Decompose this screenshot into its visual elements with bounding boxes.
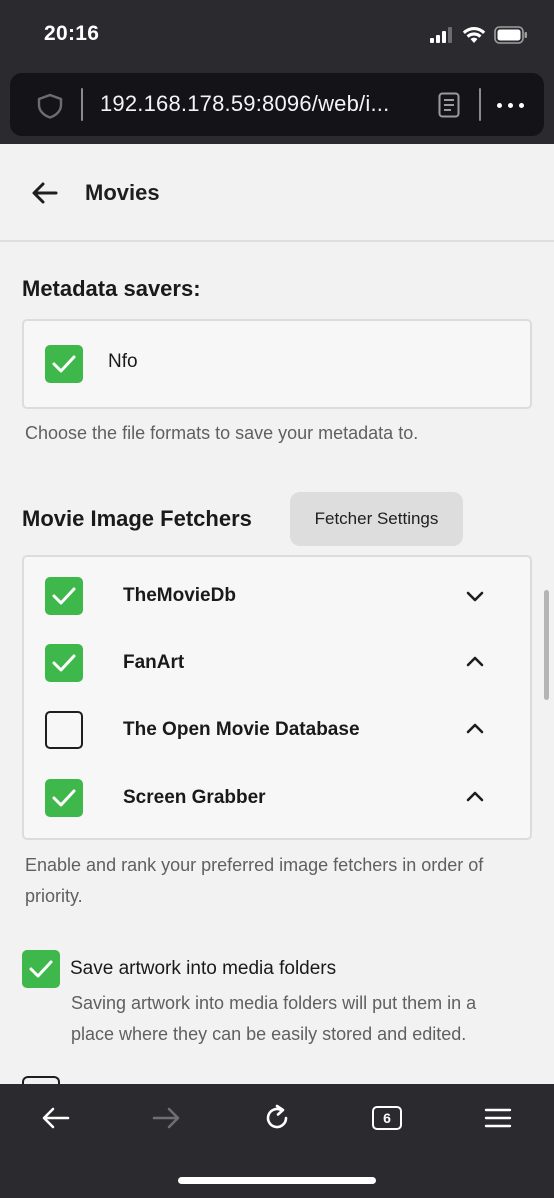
checkmark-icon xyxy=(52,789,76,807)
wifi-icon xyxy=(462,27,486,43)
url-divider xyxy=(81,88,83,121)
fetcher-label: TheMovieDb xyxy=(123,585,236,606)
image-fetchers-help-line2: priority. xyxy=(25,886,83,906)
url-text[interactable]: 192.168.178.59:8096/web/i... xyxy=(100,91,389,117)
battery-icon xyxy=(494,26,527,44)
shield-icon[interactable] xyxy=(36,93,64,119)
metadata-savers-title: Metadata savers: xyxy=(22,276,201,301)
url-bar[interactable]: 192.168.178.59:8096/web/i... xyxy=(10,73,544,136)
checkmark-icon xyxy=(52,654,76,672)
tabs-button[interactable]: 6 xyxy=(367,1102,407,1134)
back-button[interactable] xyxy=(36,1102,76,1134)
forward-button[interactable] xyxy=(146,1102,186,1134)
page-title: Movies xyxy=(85,180,160,205)
save-artwork-help-line1: Saving artwork into media folders will p… xyxy=(71,993,477,1013)
checkmark-icon xyxy=(52,587,76,605)
metadata-savers-list: Nfo xyxy=(22,319,532,409)
chevron-up-icon[interactable] xyxy=(466,791,484,803)
fetcher-checkbox-omdb[interactable] xyxy=(45,711,83,749)
status-icons xyxy=(430,24,528,46)
cellular-signal-icon xyxy=(430,27,452,43)
fetcher-settings-button[interactable]: Fetcher Settings xyxy=(290,492,463,546)
fetcher-label: FanArt xyxy=(123,652,185,673)
app-header: Movies xyxy=(0,144,554,242)
image-fetchers-title: Movie Image Fetchers xyxy=(22,506,252,531)
save-artwork-label: Save artwork into media folders xyxy=(70,958,337,979)
fetcher-checkbox-screen-grabber[interactable] xyxy=(45,779,83,817)
arrow-left-icon xyxy=(42,1107,70,1129)
menu-button[interactable] xyxy=(478,1102,518,1134)
arrow-right-icon xyxy=(152,1107,180,1129)
chevron-down-icon[interactable] xyxy=(466,590,484,602)
nfo-label: Nfo xyxy=(108,351,138,372)
metadata-savers-help: Choose the file formats to save your met… xyxy=(25,423,419,443)
reload-button[interactable] xyxy=(257,1102,297,1134)
fetcher-checkbox-themoviedb[interactable] xyxy=(45,577,83,615)
browser-top-bar: 20:16 192.168.178.59:8096/web/i... xyxy=(0,0,554,144)
fetcher-label: Screen Grabber xyxy=(123,787,266,808)
next-checkbox[interactable] xyxy=(22,1076,60,1084)
fetcher-label: The Open Movie Database xyxy=(123,719,360,740)
image-fetchers-help-line1: Enable and rank your preferred image fet… xyxy=(25,855,484,875)
reload-icon xyxy=(266,1104,288,1129)
checkmark-icon xyxy=(29,960,53,978)
home-indicator[interactable] xyxy=(178,1177,376,1184)
chevron-up-icon[interactable] xyxy=(466,723,484,735)
more-menu-icon[interactable] xyxy=(497,103,524,108)
tabs-count: 6 xyxy=(372,1106,402,1130)
status-time: 20:16 xyxy=(44,22,100,45)
hamburger-menu-icon xyxy=(484,1108,512,1128)
nfo-checkbox[interactable] xyxy=(45,345,83,383)
fetcher-checkbox-fanart[interactable] xyxy=(45,644,83,682)
back-arrow-icon[interactable] xyxy=(28,176,62,210)
save-artwork-help-line2: place where they can be easily stored an… xyxy=(71,1024,467,1044)
save-artwork-checkbox[interactable] xyxy=(22,950,60,988)
url-divider xyxy=(479,88,481,121)
chevron-up-icon[interactable] xyxy=(466,656,484,668)
checkmark-icon xyxy=(52,355,76,373)
image-fetchers-list: TheMovieDb FanArt The Open Movie Databas… xyxy=(22,555,532,840)
reader-mode-icon[interactable] xyxy=(438,92,460,118)
settings-content[interactable]: Metadata savers: Nfo Choose the file for… xyxy=(0,244,554,1084)
scrollbar[interactable] xyxy=(544,590,549,700)
